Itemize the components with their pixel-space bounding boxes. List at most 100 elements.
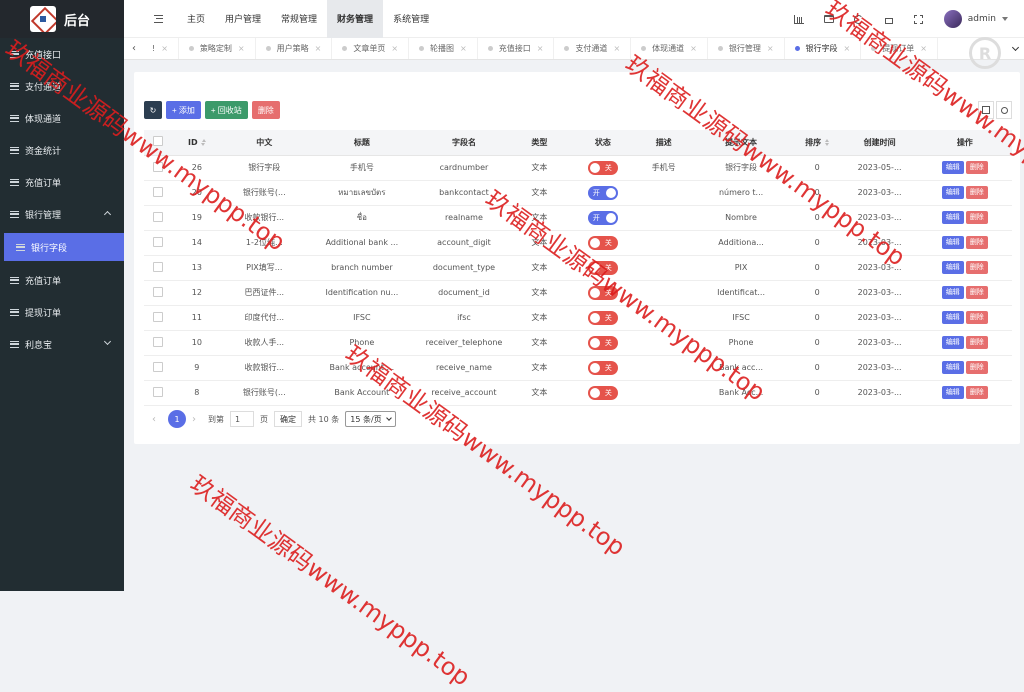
top-nav-item[interactable]: 常规管理 xyxy=(271,0,327,38)
status-toggle[interactable]: 关 xyxy=(587,160,618,175)
sidebar-item[interactable]: 利息宝 xyxy=(0,328,124,360)
select-all-checkbox[interactable] xyxy=(152,136,163,147)
row-delete-button[interactable]: 删除 xyxy=(965,386,988,399)
row-delete-button[interactable]: 删除 xyxy=(965,211,988,224)
status-toggle[interactable]: 开 xyxy=(587,185,618,200)
status-toggle[interactable]: 关 xyxy=(587,285,618,300)
sidebar-item[interactable]: 充值订单 xyxy=(0,166,124,198)
tab[interactable]: 体现通道 × xyxy=(631,38,708,59)
sidebar-item[interactable]: 资金统计 xyxy=(0,134,124,166)
edit-button[interactable]: 编辑 xyxy=(941,286,964,299)
page-input[interactable]: 1 xyxy=(230,411,254,427)
row-checkbox[interactable] xyxy=(152,286,163,297)
column-header[interactable]: ID xyxy=(171,130,222,156)
close-icon[interactable]: × xyxy=(537,44,544,53)
row-checkbox[interactable] xyxy=(152,236,163,247)
tab[interactable]: 策略定制 × xyxy=(179,38,256,59)
edit-button[interactable]: 编辑 xyxy=(941,161,964,174)
close-icon[interactable]: × xyxy=(613,44,620,53)
edit-button[interactable]: 编辑 xyxy=(941,361,964,374)
edit-button[interactable]: 编辑 xyxy=(941,211,964,224)
sidebar-item[interactable]: 银行管理 xyxy=(0,198,124,230)
search-button[interactable] xyxy=(996,101,1012,119)
edit-button[interactable]: 编辑 xyxy=(941,186,964,199)
sidebar-item[interactable]: 支付通道 xyxy=(0,70,124,102)
close-icon[interactable]: × xyxy=(690,44,697,53)
status-toggle[interactable]: 开 xyxy=(587,210,618,225)
tab[interactable]: 用户策略 × xyxy=(256,38,333,59)
refresh-button[interactable] xyxy=(844,0,874,38)
row-delete-button[interactable]: 删除 xyxy=(965,361,988,374)
current-page[interactable]: 1 xyxy=(168,410,186,428)
tab-first[interactable]: ! × xyxy=(142,38,179,59)
add-button[interactable]: + 添加 xyxy=(166,101,201,119)
status-toggle[interactable]: 关 xyxy=(587,260,618,275)
next-page-icon[interactable]: › xyxy=(192,414,202,425)
close-icon[interactable]: × xyxy=(460,44,467,53)
row-checkbox[interactable] xyxy=(152,311,163,322)
chevron-down-icon[interactable] xyxy=(1002,17,1008,21)
close-icon[interactable]: × xyxy=(920,44,927,53)
tab[interactable]: 银行字段 × xyxy=(785,38,862,59)
logo[interactable]: 后台 xyxy=(0,0,124,38)
top-nav-item[interactable]: 系统管理 xyxy=(383,0,439,38)
sidebar-item[interactable]: 提现订单 xyxy=(0,296,124,328)
row-checkbox[interactable] xyxy=(152,261,163,272)
lock-button[interactable] xyxy=(874,0,904,38)
confirm-button[interactable]: 确定 xyxy=(274,411,302,427)
top-nav-item[interactable]: 主页 xyxy=(177,0,215,38)
card-button[interactable] xyxy=(814,0,844,38)
columns-button[interactable] xyxy=(978,101,994,119)
avatar[interactable] xyxy=(943,10,962,28)
row-checkbox[interactable] xyxy=(152,386,163,397)
sidebar-item[interactable]: 体现通道 xyxy=(0,102,124,134)
row-delete-button[interactable]: 删除 xyxy=(965,311,988,324)
row-delete-button[interactable]: 删除 xyxy=(965,161,988,174)
row-delete-button[interactable]: 删除 xyxy=(965,336,988,349)
fullscreen-button[interactable] xyxy=(904,0,934,38)
row-checkbox[interactable] xyxy=(152,361,163,372)
row-checkbox[interactable] xyxy=(152,186,163,197)
delete-button[interactable]: 删除 xyxy=(251,101,280,119)
close-icon[interactable]: × xyxy=(238,44,245,53)
close-icon[interactable]: × xyxy=(391,44,398,53)
status-toggle[interactable]: 关 xyxy=(587,385,618,400)
prev-page-icon[interactable]: ‹ xyxy=(152,414,162,425)
close-icon[interactable]: × xyxy=(844,44,851,53)
row-delete-button[interactable]: 删除 xyxy=(965,261,988,274)
tab[interactable]: 提现订单 × xyxy=(861,38,938,59)
tab[interactable]: 充值接口 × xyxy=(478,38,555,59)
row-delete-button[interactable]: 删除 xyxy=(965,186,988,199)
close-icon[interactable]: × xyxy=(767,44,774,53)
row-checkbox[interactable] xyxy=(152,211,163,222)
top-nav-item[interactable]: 用户管理 xyxy=(215,0,271,38)
sidebar-item[interactable]: 充值订单 xyxy=(0,264,124,296)
tab[interactable]: 轮播图 × xyxy=(409,38,478,59)
edit-button[interactable]: 编辑 xyxy=(941,311,964,324)
status-toggle[interactable]: 关 xyxy=(587,235,618,250)
tab[interactable]: 银行管理 × xyxy=(708,38,785,59)
tab[interactable]: 文章单页 × xyxy=(332,38,410,59)
tab-prev-button[interactable]: ‹ xyxy=(124,43,142,54)
column-header[interactable]: 排序 xyxy=(792,130,842,156)
edit-button[interactable]: 编辑 xyxy=(941,261,964,274)
top-nav-item[interactable]: 财务管理 xyxy=(327,0,384,38)
sidebar-item[interactable]: 充值接口 xyxy=(0,38,124,70)
refresh-table-button[interactable]: ↻ xyxy=(144,101,162,119)
status-toggle[interactable]: 关 xyxy=(587,360,618,375)
close-icon[interactable]: × xyxy=(315,44,322,53)
sidebar-item[interactable]: 银行字段 xyxy=(4,233,124,261)
per-page-select[interactable]: 15 条/页 xyxy=(345,411,396,427)
stats-button[interactable] xyxy=(784,0,814,38)
user-name[interactable]: admin xyxy=(968,14,996,24)
menu-toggle-icon[interactable] xyxy=(154,14,163,23)
row-checkbox[interactable] xyxy=(152,161,163,172)
row-checkbox[interactable] xyxy=(152,336,163,347)
status-toggle[interactable]: 关 xyxy=(587,335,618,350)
row-delete-button[interactable]: 删除 xyxy=(965,286,988,299)
close-icon[interactable]: × xyxy=(161,44,168,53)
row-delete-button[interactable]: 删除 xyxy=(965,236,988,249)
sort-icon[interactable] xyxy=(201,138,206,146)
status-toggle[interactable]: 关 xyxy=(587,310,618,325)
edit-button[interactable]: 编辑 xyxy=(941,236,964,249)
